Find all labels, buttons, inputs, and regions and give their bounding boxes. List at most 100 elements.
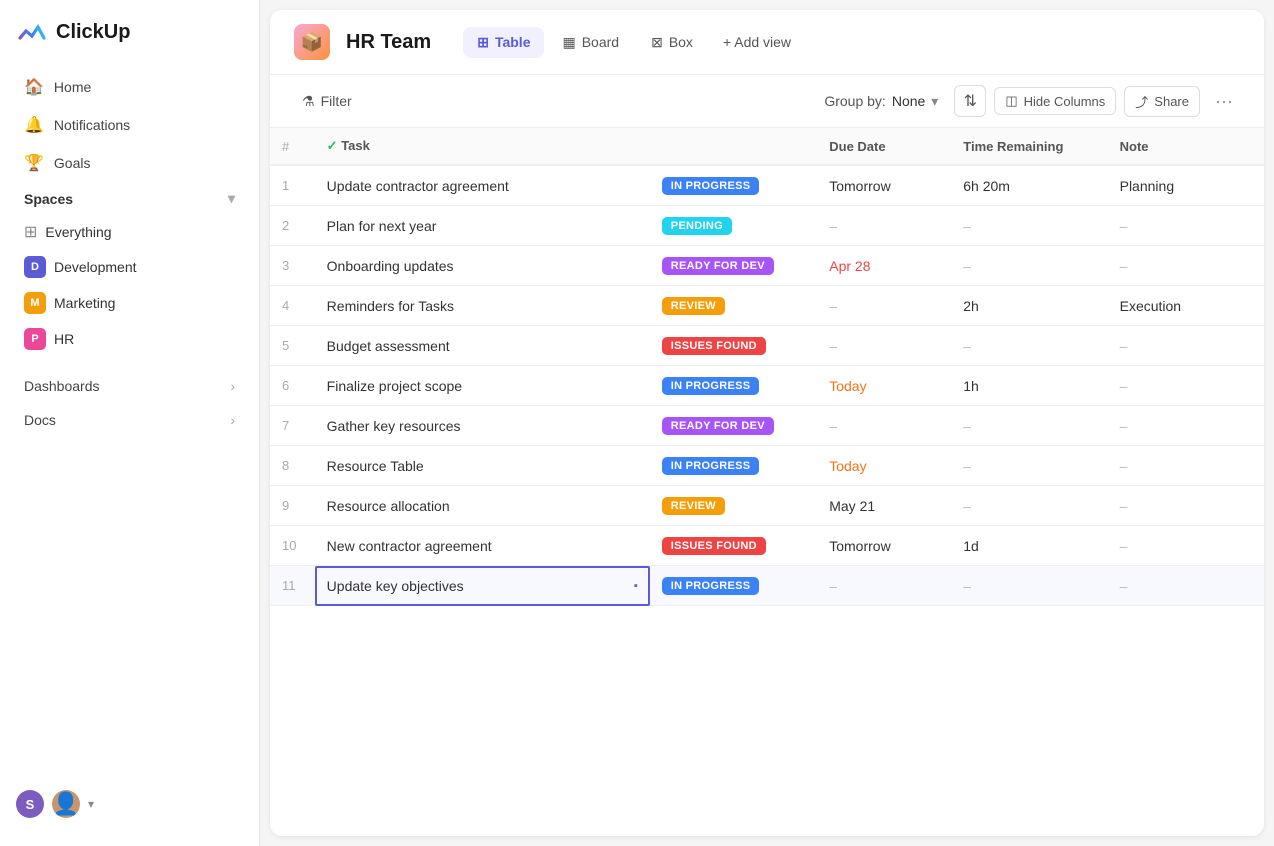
filter-button[interactable]: ⚗ Filter <box>294 88 360 115</box>
row-status[interactable]: REVIEW <box>650 486 818 526</box>
tab-board[interactable]: ▦ Board <box>548 27 633 58</box>
row-task[interactable]: Update contractor agreement <box>315 165 650 206</box>
hide-columns-button[interactable]: ◫ Hide Columns <box>994 87 1116 115</box>
table-row[interactable]: 9 Resource allocation REVIEW May 21 – – <box>270 486 1264 526</box>
table-row[interactable]: 8 Resource Table IN PROGRESS Today – – <box>270 446 1264 486</box>
row-status[interactable]: ISSUES FOUND <box>650 526 818 566</box>
row-status[interactable]: IN PROGRESS <box>650 446 818 486</box>
table-row[interactable]: 3 Onboarding updates READY FOR DEV Apr 2… <box>270 246 1264 286</box>
row-num: 6 <box>270 366 315 406</box>
row-note[interactable]: Execution <box>1108 286 1264 326</box>
table-row[interactable]: 2 Plan for next year PENDING – – – <box>270 206 1264 246</box>
row-timeremaining[interactable]: – <box>951 486 1107 526</box>
row-note[interactable]: – <box>1108 206 1264 246</box>
row-timeremaining[interactable]: 1h <box>951 366 1107 406</box>
row-note[interactable]: – <box>1108 326 1264 366</box>
row-status[interactable]: READY FOR DEV <box>650 406 818 446</box>
sidebar-item-marketing[interactable]: M Marketing <box>8 285 251 321</box>
row-status[interactable]: ISSUES FOUND <box>650 326 818 366</box>
grid-icon: ⊞ <box>24 222 37 242</box>
clickup-logo-icon <box>16 16 48 48</box>
table-row[interactable]: 5 Budget assessment ISSUES FOUND – – – <box>270 326 1264 366</box>
table-row[interactable]: 7 Gather key resources READY FOR DEV – –… <box>270 406 1264 446</box>
row-duedate[interactable]: Today <box>817 366 951 406</box>
chevron-down-icon: ▾ <box>228 190 235 207</box>
row-timeremaining[interactable]: 1d <box>951 526 1107 566</box>
row-duedate[interactable]: – <box>817 286 951 326</box>
hr-label: HR <box>54 331 74 347</box>
row-task[interactable]: Resource Table <box>315 446 650 486</box>
row-timeremaining[interactable]: – <box>951 206 1107 246</box>
row-duedate[interactable]: – <box>817 566 951 606</box>
chevron-down-groupby: ▾ <box>931 93 938 110</box>
row-task[interactable]: New contractor agreement <box>315 526 650 566</box>
row-task[interactable]: Plan for next year <box>315 206 650 246</box>
row-timeremaining[interactable]: – <box>951 326 1107 366</box>
row-note[interactable]: – <box>1108 486 1264 526</box>
row-note[interactable]: – <box>1108 566 1264 606</box>
user-avatar-s: S <box>16 790 44 818</box>
table-row[interactable]: 11 Update key objectives▪ IN PROGRESS – … <box>270 566 1264 606</box>
row-task[interactable]: Onboarding updates <box>315 246 650 286</box>
sidebar-item-dashboards[interactable]: Dashboards › <box>8 369 251 403</box>
groupby-button[interactable]: Group by: None ▾ <box>816 88 946 115</box>
row-timeremaining[interactable]: – <box>951 246 1107 286</box>
spaces-label: Spaces <box>24 191 73 207</box>
tab-table[interactable]: ⊞ Table <box>463 27 544 58</box>
row-duedate[interactable]: – <box>817 206 951 246</box>
row-status[interactable]: REVIEW <box>650 286 818 326</box>
row-timeremaining[interactable]: 2h <box>951 286 1107 326</box>
table-row[interactable]: 6 Finalize project scope IN PROGRESS Tod… <box>270 366 1264 406</box>
sidebar-item-hr[interactable]: P HR <box>8 321 251 357</box>
row-duedate[interactable]: Today <box>817 446 951 486</box>
sidebar-item-development[interactable]: D Development <box>8 249 251 285</box>
table-row[interactable]: 4 Reminders for Tasks REVIEW – 2h Execut… <box>270 286 1264 326</box>
spaces-section[interactable]: Spaces ▾ <box>8 182 251 215</box>
row-task[interactable]: Update key objectives▪ <box>315 566 650 606</box>
filter-icon: ⚗ <box>302 93 315 110</box>
row-note[interactable]: – <box>1108 246 1264 286</box>
row-note[interactable]: – <box>1108 526 1264 566</box>
row-duedate[interactable]: May 21 <box>817 486 951 526</box>
row-status[interactable]: IN PROGRESS <box>650 165 818 206</box>
user-dropdown[interactable]: ▾ <box>88 797 94 811</box>
sidebar-item-everything[interactable]: ⊞ Everything <box>8 215 251 249</box>
row-timeremaining[interactable]: – <box>951 406 1107 446</box>
row-note[interactable]: – <box>1108 366 1264 406</box>
row-note[interactable]: – <box>1108 406 1264 446</box>
tasks-table: # ✓ Task Due Date Time Remaining Note 1 … <box>270 128 1264 606</box>
more-options-button[interactable]: ··· <box>1208 85 1240 117</box>
add-view-button[interactable]: + Add view <box>711 27 803 57</box>
row-duedate[interactable]: Tomorrow <box>817 526 951 566</box>
sort-button[interactable]: ⇅ <box>954 85 986 117</box>
row-note[interactable]: – <box>1108 446 1264 486</box>
goals-label: Goals <box>54 155 91 171</box>
row-timeremaining[interactable]: – <box>951 566 1107 606</box>
row-task[interactable]: Reminders for Tasks <box>315 286 650 326</box>
sidebar-item-goals[interactable]: 🏆 Goals <box>8 144 251 182</box>
filter-label: Filter <box>321 93 352 109</box>
row-status[interactable]: IN PROGRESS <box>650 366 818 406</box>
row-task[interactable]: Resource allocation <box>315 486 650 526</box>
row-timeremaining[interactable]: – <box>951 446 1107 486</box>
row-duedate[interactable]: – <box>817 326 951 366</box>
sidebar-item-home[interactable]: 🏠 Home <box>8 68 251 106</box>
row-timeremaining[interactable]: 6h 20m <box>951 165 1107 206</box>
row-duedate[interactable]: – <box>817 406 951 446</box>
table-row[interactable]: 1 Update contractor agreement IN PROGRES… <box>270 165 1264 206</box>
row-duedate[interactable]: Tomorrow <box>817 165 951 206</box>
tab-box[interactable]: ⊠ Box <box>637 27 707 58</box>
row-note[interactable]: Planning <box>1108 165 1264 206</box>
row-task[interactable]: Budget assessment <box>315 326 650 366</box>
row-task[interactable]: Gather key resources <box>315 406 650 446</box>
row-status[interactable]: PENDING <box>650 206 818 246</box>
sidebar-item-notifications[interactable]: 🔔 Notifications <box>8 106 251 144</box>
row-status[interactable]: READY FOR DEV <box>650 246 818 286</box>
row-status[interactable]: IN PROGRESS <box>650 566 818 606</box>
share-button[interactable]: ⤴ Share <box>1124 86 1200 117</box>
sidebar-item-docs[interactable]: Docs › <box>8 403 251 437</box>
table-row[interactable]: 10 New contractor agreement ISSUES FOUND… <box>270 526 1264 566</box>
row-task[interactable]: Finalize project scope <box>315 366 650 406</box>
status-badge: REVIEW <box>662 497 725 515</box>
row-duedate[interactable]: Apr 28 <box>817 246 951 286</box>
